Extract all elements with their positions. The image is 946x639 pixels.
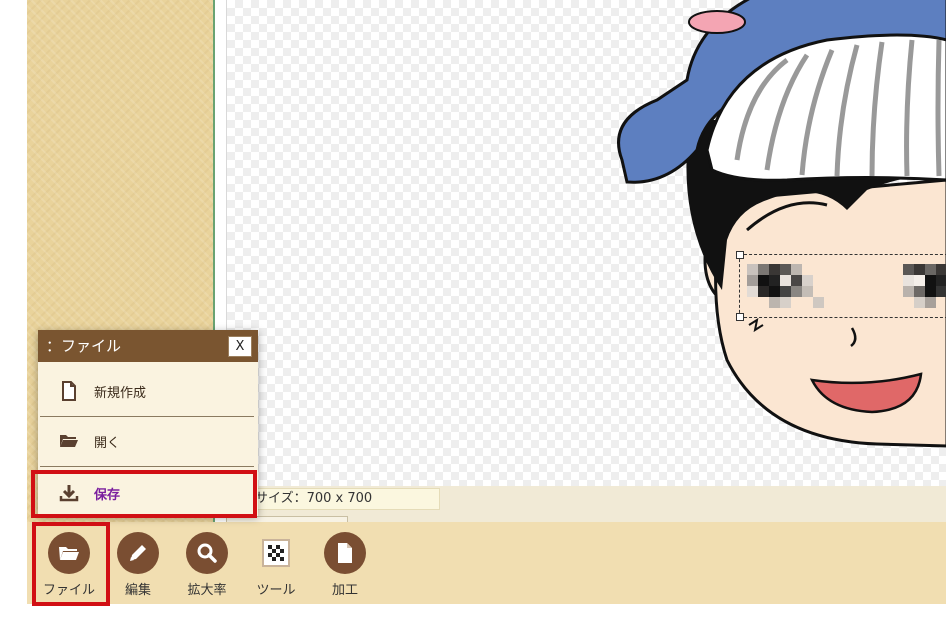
document-icon: [324, 532, 366, 574]
menu-item-label: 新規作成: [94, 385, 147, 401]
checker-icon: [255, 532, 297, 574]
magnifier-icon: [186, 532, 228, 574]
resize-handle[interactable]: [736, 313, 744, 321]
menu-item-open[interactable]: 開く: [38, 418, 258, 464]
file-menu-title: ：ファイル: [46, 337, 122, 355]
zoom-tool-button[interactable]: 拡大率: [176, 532, 238, 598]
selection-rectangle[interactable]: [736, 251, 946, 321]
menu-item-label: 開く: [94, 435, 121, 451]
folder-open-icon: [58, 430, 80, 452]
image-size-label: サイズ：700 x 700: [251, 488, 440, 510]
status-bar: サイズ：700 x 700: [226, 486, 946, 523]
tool-label: 加工: [331, 583, 358, 598]
highlight-save-item: [31, 470, 257, 518]
tools-tool-button[interactable]: ツール: [245, 532, 307, 598]
new-file-icon: [58, 380, 80, 402]
close-button[interactable]: X: [228, 336, 252, 357]
edit-tool-button[interactable]: 編集: [107, 532, 169, 598]
tool-label: ツール: [256, 583, 296, 598]
tool-label: 拡大率: [187, 583, 227, 598]
menu-item-new[interactable]: 新規作成: [38, 368, 258, 414]
character-artwork: [617, 0, 946, 448]
tool-label: 編集: [124, 583, 151, 598]
process-tool-button[interactable]: 加工: [314, 532, 376, 598]
file-menu-header: ：ファイル X: [38, 330, 258, 362]
resize-handle[interactable]: [736, 251, 744, 259]
menu-divider: [40, 416, 254, 417]
image-canvas[interactable]: [226, 0, 946, 486]
bottom-toolbar: ファイル 編集 拡大率 ツール 加工: [27, 522, 946, 604]
menu-divider: [40, 466, 254, 467]
pencil-icon: [117, 532, 159, 574]
highlight-file-button: [32, 522, 110, 606]
